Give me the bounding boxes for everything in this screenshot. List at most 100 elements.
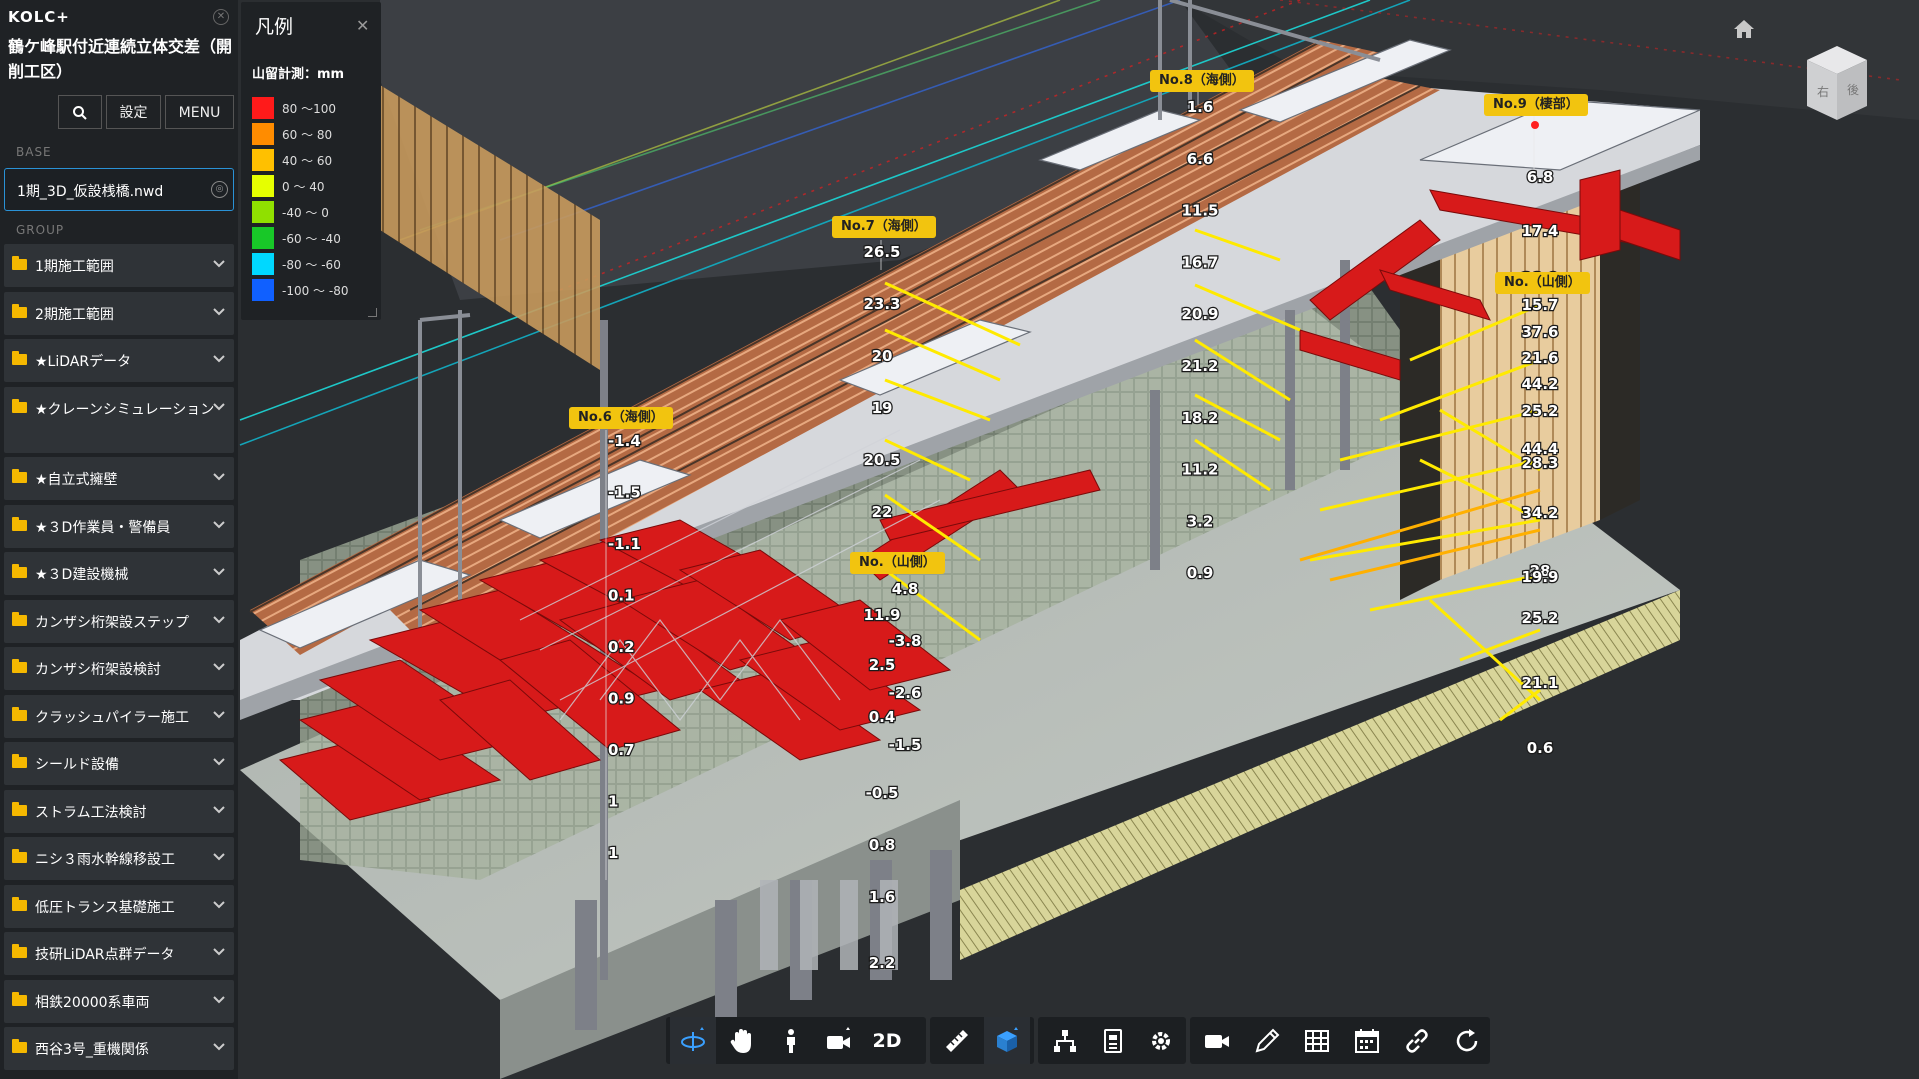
orbit-icon [681, 1026, 705, 1051]
group-item[interactable]: 技研LiDAR点群データ [4, 932, 234, 975]
group-item[interactable]: ★３D作業員・警備員 [4, 504, 234, 548]
pencil-icon [1255, 1028, 1280, 1052]
group-item[interactable]: ストラム工法検討 [4, 789, 234, 833]
group-item[interactable]: クラッシュパイラー施工 [4, 694, 234, 738]
chevron-down-icon[interactable] [212, 945, 226, 959]
group-item[interactable]: シールド設備 [4, 742, 234, 785]
section-box-button[interactable] [984, 1017, 1030, 1064]
group-list: 1期施工範囲 2期施工範囲 ★LiDARデータ ★クレーンシミュレーション ★自… [4, 244, 234, 1075]
group-item[interactable]: 相鉄20000系車両 [4, 979, 234, 1023]
chevron-down-icon[interactable] [212, 708, 226, 722]
legend-range-label: -100 ～ -80 [282, 284, 349, 298]
chevron-down-icon[interactable] [212, 352, 226, 366]
callout-no6[interactable]: No.6（海側） [569, 407, 673, 429]
record-button[interactable] [1194, 1017, 1240, 1064]
model-tree-button[interactable] [1042, 1017, 1088, 1064]
close-icon[interactable]: ✕ [356, 16, 369, 35]
legend-swatch [252, 149, 274, 171]
close-icon[interactable]: ✕ [213, 9, 229, 25]
group-item[interactable]: ★LiDARデータ [4, 339, 234, 382]
measure-button[interactable] [934, 1017, 980, 1064]
group-item[interactable]: カンザシ桁架設ステップ [4, 599, 234, 643]
markup-button[interactable] [1244, 1017, 1290, 1064]
chevron-down-icon[interactable] [212, 850, 226, 864]
sidebar: KOLC+ ✕ 鶴ケ峰駅付近連続立体交差（開削工区） 設定 MENU BASE … [0, 0, 238, 1079]
group-item[interactable]: ★クレーンシミュレーション [4, 386, 234, 453]
chevron-down-icon[interactable] [212, 257, 226, 271]
chevron-down-icon[interactable] [212, 898, 226, 912]
tools-toolbar [1190, 1017, 1490, 1064]
home-icon[interactable] [1733, 19, 1755, 39]
group-item-label: 相鉄20000系車両 [35, 994, 150, 1011]
group-item[interactable]: ★３D建設機械 [4, 552, 234, 595]
base-file-selector[interactable]: 1期_3D_仮設桟橋.nwd ◎ [4, 168, 234, 211]
folder-icon [12, 1039, 27, 1053]
chevron-down-icon[interactable] [212, 470, 226, 484]
settings-button[interactable]: 設定 [106, 95, 161, 129]
chevron-down-icon[interactable] [212, 613, 226, 627]
chevron-down-icon[interactable] [212, 803, 226, 817]
callout-no8[interactable]: No.8（海側） [1150, 70, 1254, 92]
resize-handle[interactable] [368, 308, 377, 317]
chevron-down-icon[interactable] [212, 1040, 226, 1054]
callout-no-yamagawa-b[interactable]: No.（山側） [1495, 272, 1590, 294]
measurement-value: 11.5 [1181, 202, 1218, 220]
callout-no7[interactable]: No.7（海側） [832, 216, 936, 238]
group-item[interactable]: ニシ３雨水幹線移設工 [4, 837, 234, 880]
link-button[interactable] [1394, 1017, 1440, 1064]
refresh-button[interactable] [1444, 1017, 1490, 1064]
calendar-button[interactable] [1344, 1017, 1390, 1064]
measurement-value: 25.2 [1521, 609, 1558, 627]
group-item-label: ★LiDARデータ [35, 354, 132, 370]
orbit-button[interactable] [670, 1017, 716, 1064]
chevron-down-icon[interactable] [212, 993, 226, 1007]
callout-no-yamagawa-a[interactable]: No.（山側） [850, 552, 945, 574]
search-button[interactable] [58, 95, 102, 129]
compass-icon[interactable]: ◎ [211, 181, 228, 198]
properties-icon [1104, 1028, 1122, 1053]
refresh-icon [1456, 1028, 1478, 1051]
measurement-value: 0.9 [1187, 564, 1214, 582]
group-item[interactable]: 1期施工範囲 [4, 244, 234, 287]
legend-swatch [252, 123, 274, 145]
legend-swatch [252, 253, 274, 275]
menu-button[interactable]: MENU [165, 95, 234, 129]
measurement-value: 18.2 [1181, 409, 1218, 427]
group-item[interactable]: 低圧トランス基礎施工 [4, 884, 234, 928]
group-item[interactable]: ★自立式擁壁 [4, 457, 234, 500]
pan-button[interactable] [718, 1017, 764, 1064]
chevron-down-icon[interactable] [212, 565, 226, 579]
measurement-value: 19 [872, 399, 893, 417]
callout-no9[interactable]: No.9（棲部） [1484, 94, 1588, 116]
measurement-value: 0.8 [869, 836, 896, 854]
settings-button[interactable] [1138, 1017, 1184, 1064]
chevron-down-icon[interactable] [212, 305, 226, 319]
group-item-label: 低圧トランス基礎施工 [35, 899, 175, 916]
chevron-down-icon[interactable] [212, 660, 226, 674]
view-cube[interactable]: 右 後 [1795, 38, 1875, 128]
measurement-value: 0.4 [869, 708, 896, 726]
legend-range-label: 60 ～ 80 [282, 128, 333, 142]
chevron-down-icon[interactable] [212, 518, 226, 532]
measurement-value: 15.7 [1521, 296, 1558, 314]
link-icon [1406, 1028, 1428, 1053]
measurement-value: 6.8 [1527, 168, 1554, 186]
camera-button[interactable] [816, 1017, 862, 1064]
group-item-label: シールド設備 [35, 757, 119, 773]
project-title: 鶴ケ峰駅付近連続立体交差（開削工区） [8, 37, 233, 81]
measurement-value: 1 [608, 844, 618, 862]
group-item[interactable]: 西谷3号_重機関係 [4, 1027, 234, 1070]
measurement-value: 20.9 [1181, 305, 1218, 323]
legend-title: 凡例 [255, 16, 294, 38]
pan-hand-icon [730, 1028, 751, 1053]
group-item[interactable]: 2期施工範囲 [4, 291, 234, 335]
group-item-label: ★自立式擁壁 [35, 472, 118, 488]
folder-icon [12, 801, 27, 816]
chevron-down-icon[interactable] [212, 755, 226, 769]
chevron-down-icon[interactable] [212, 400, 226, 414]
group-item[interactable]: カンザシ桁架設検討 [4, 647, 234, 690]
walk-button[interactable] [768, 1017, 814, 1064]
table-button[interactable] [1294, 1017, 1340, 1064]
properties-button[interactable] [1090, 1017, 1136, 1064]
mode-2d-button[interactable]: 2D [864, 1017, 910, 1064]
